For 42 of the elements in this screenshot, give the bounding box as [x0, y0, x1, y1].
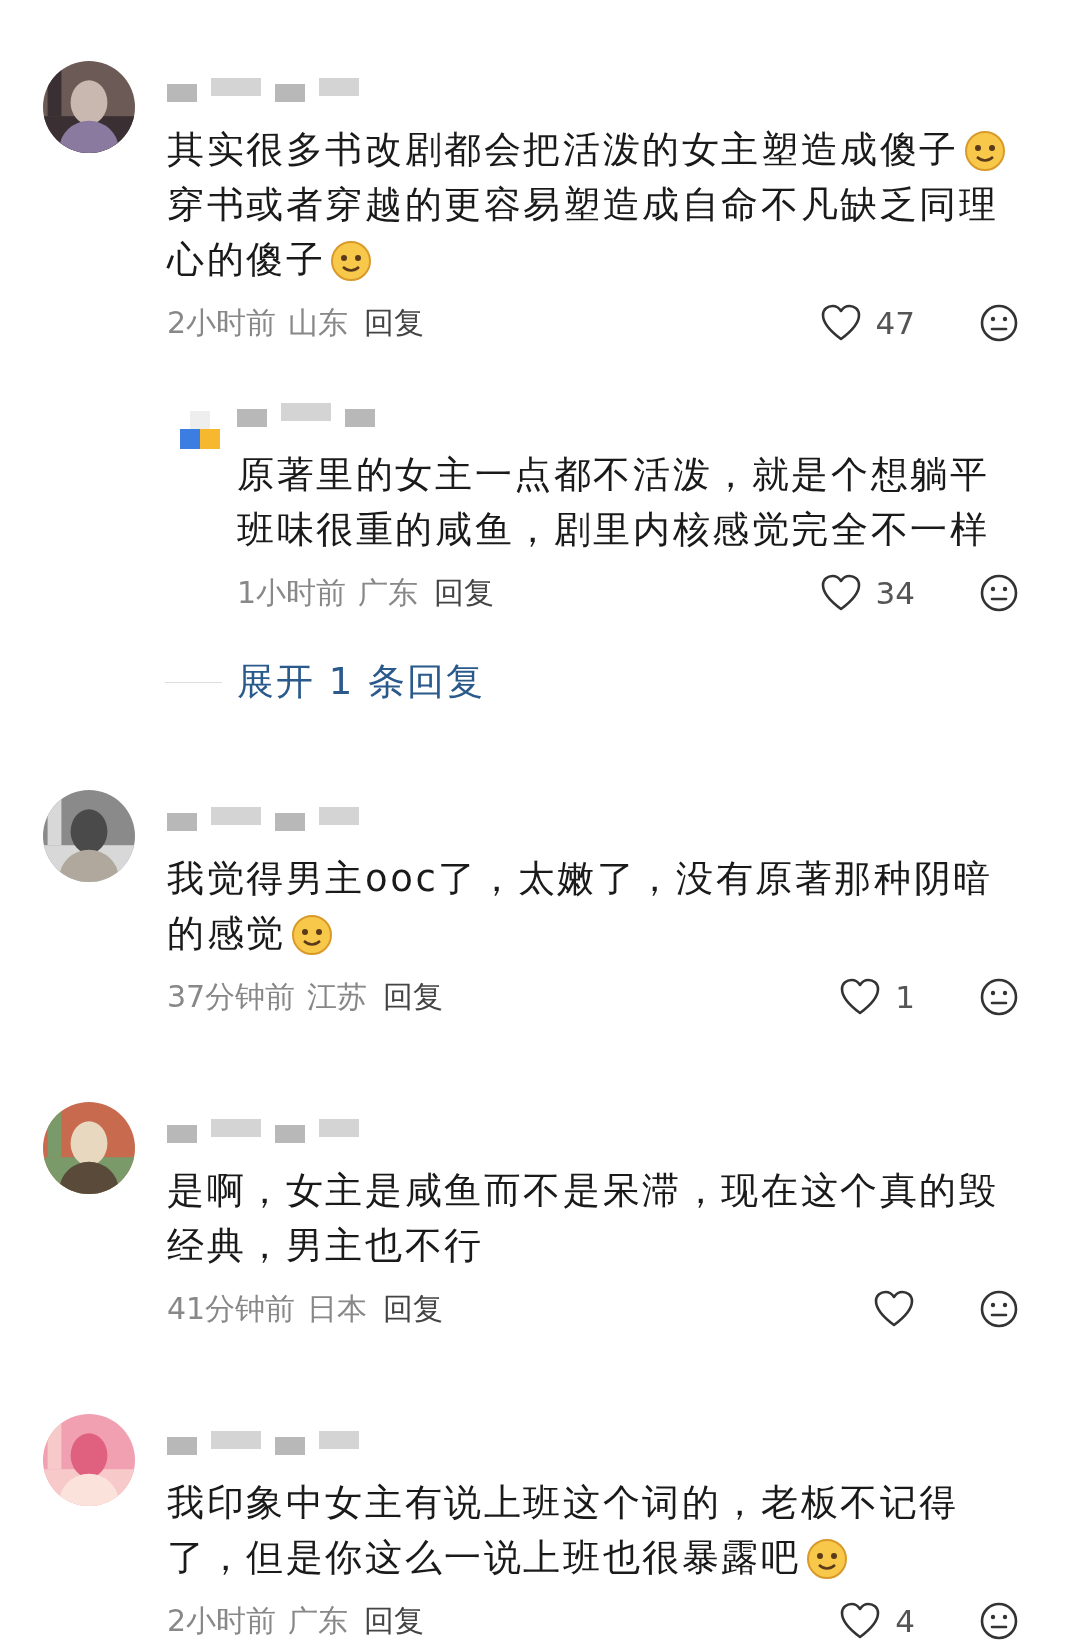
like-button[interactable]: 1 [839, 977, 915, 1017]
reply-link[interactable]: 回复 [364, 1600, 425, 1642]
comment-location: 山东 [288, 303, 349, 342]
like-button[interactable]: 34 [819, 573, 915, 613]
comment-text: 我印象中女主有说上班这个词的，老板不记得 [167, 1480, 959, 1526]
emoji-reaction-icon[interactable] [979, 573, 1019, 613]
comment-text: 原著里的女主一点都不活泼，就是个想躺平 [237, 452, 990, 498]
heart-icon [839, 977, 882, 1017]
comment-text: 班味很重的咸鱼，剧里内核感觉完全不一样 [237, 507, 990, 553]
comment-text: 我觉得男主ooc了，太嫩了，没有原著那种阴暗 [167, 856, 993, 902]
heart-icon [873, 1289, 915, 1329]
comment-location: 广东 [288, 1601, 349, 1640]
comment-location: 江苏 [307, 977, 368, 1016]
like-button[interactable]: 47 [819, 303, 915, 343]
reply-link[interactable]: 回复 [383, 976, 444, 1018]
heart-icon [819, 573, 862, 613]
expand-replies-link[interactable]: 展开 1 条回复 [237, 657, 486, 707]
reply-link[interactable]: 回复 [364, 302, 425, 344]
comment-text: 了，但是你这么一说上班也很暴露吧 [167, 1535, 801, 1581]
comment-time: 2小时前 [167, 1601, 277, 1640]
reply-link[interactable]: 回复 [383, 1288, 444, 1330]
comment-text: 是啊，女主是咸鱼而不是呆滞，现在这个真的毁 [167, 1168, 999, 1214]
like-button[interactable] [873, 1289, 915, 1329]
comment-text: 穿书或者穿越的更容易塑造成自命不凡缺乏同理 [167, 182, 999, 228]
comment-location: 日本 [307, 1289, 368, 1328]
comment-text: 的感觉 [167, 911, 286, 957]
emoji-reaction-icon[interactable] [979, 1601, 1019, 1641]
comment-time: 2小时前 [167, 303, 277, 342]
comment-time: 37分钟前 [167, 977, 296, 1016]
heart-icon [839, 1601, 882, 1641]
emoji-reaction-icon[interactable] [979, 1289, 1019, 1329]
comment-text: 其实很多书改剧都会把活泼的女主塑造成傻子 [167, 127, 959, 173]
comment-time: 41分钟前 [167, 1289, 296, 1328]
comment-text: 经典，男主也不行 [167, 1223, 484, 1269]
comment-location: 广东 [358, 573, 419, 612]
emoji-reaction-icon[interactable] [979, 977, 1019, 1017]
comment-time: 1小时前 [237, 573, 347, 612]
emoji-reaction-icon[interactable] [979, 303, 1019, 343]
heart-icon [819, 303, 862, 343]
reply-link[interactable]: 回复 [434, 572, 495, 614]
comment-text: 心的傻子 [167, 237, 326, 283]
like-button[interactable]: 4 [839, 1601, 915, 1641]
